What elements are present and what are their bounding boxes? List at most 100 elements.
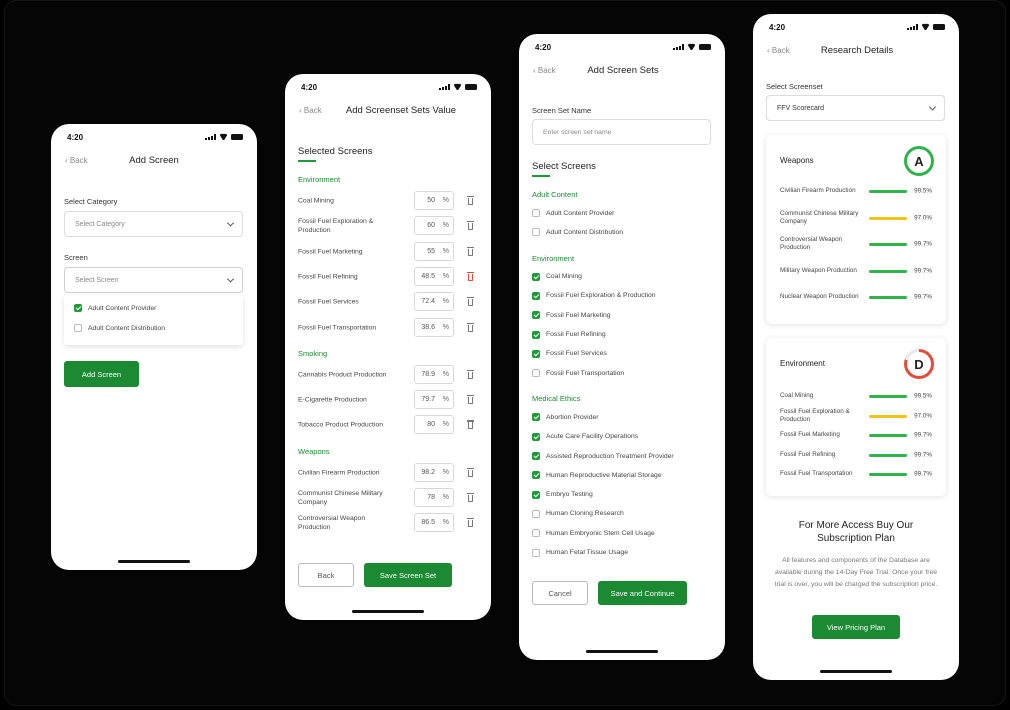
cancel-button[interactable]: Cancel: [532, 581, 588, 605]
value-input[interactable]: 78%: [414, 488, 454, 507]
checkbox[interactable]: [532, 471, 540, 480]
checklist-item[interactable]: Fossil Fuel Transportation: [532, 369, 624, 378]
checkbox[interactable]: [532, 209, 540, 217]
score-row: Military Weapon Production 99.7%: [780, 261, 932, 281]
checklist-item[interactable]: Acute Care Facility Operations: [532, 432, 639, 441]
checklist-item[interactable]: Abortion Provider: [532, 413, 599, 422]
score-value: 97.0%: [914, 412, 932, 419]
screen-set-name-label: Screen Set Name: [532, 106, 592, 115]
checklist-item[interactable]: Fossil Fuel Services: [532, 349, 607, 358]
checkbox[interactable]: [532, 369, 540, 378]
trash-icon[interactable]: [467, 369, 474, 379]
option-label: Adult Content Distribution: [88, 324, 166, 332]
group-heading: Environment: [298, 175, 341, 184]
checklist-item[interactable]: Adult Content Distribution: [532, 228, 623, 237]
checklist-item[interactable]: Human Embryonic Stem Cell Usage: [532, 529, 655, 538]
checkbox[interactable]: [532, 529, 540, 538]
home-indicator: [820, 670, 892, 673]
checklist-item[interactable]: Adult Content Provider: [532, 209, 614, 217]
checkbox[interactable]: [532, 509, 540, 518]
dropdown-option[interactable]: Adult Content Distribution: [74, 324, 165, 332]
home-indicator: [352, 610, 424, 613]
checkbox[interactable]: [532, 452, 540, 460]
percent-sign: %: [442, 222, 449, 230]
checkbox[interactable]: [532, 349, 540, 358]
row-label: Fossil Fuel Transportation: [298, 324, 377, 331]
value-input[interactable]: 98.2%: [414, 462, 454, 482]
item-label: Coal Mining: [546, 273, 582, 281]
checkbox[interactable]: [74, 324, 82, 332]
checkbox[interactable]: [532, 228, 540, 237]
value-text: 98.2: [421, 468, 435, 476]
card-title: Weapons: [780, 156, 814, 165]
category-select[interactable]: Select Category: [64, 211, 243, 237]
checklist-item[interactable]: Human Fetal Tissue Usage: [532, 548, 628, 557]
value-input[interactable]: 50%: [414, 191, 454, 210]
value-text: 38.6: [421, 323, 435, 331]
screenset-select[interactable]: FFV Scorecard: [766, 95, 945, 121]
trash-icon[interactable]: [467, 322, 474, 332]
score-label: Coal Mining: [780, 392, 814, 399]
trash-icon[interactable]: [467, 518, 474, 528]
screen-set-name-input[interactable]: Enter screen set name: [532, 119, 711, 145]
trash-icon[interactable]: [467, 246, 474, 256]
checklist-item[interactable]: Fossil Fuel Exploration & Production: [532, 291, 656, 300]
row-label: Cannabis Product Production: [298, 371, 387, 379]
score-value: 99.7%: [914, 267, 932, 274]
option-label: Adult Content Provider: [88, 304, 157, 312]
view-pricing-plan-button[interactable]: View Pricing Plan: [812, 615, 900, 639]
checkbox[interactable]: [74, 304, 82, 312]
value-input[interactable]: 79.7%: [414, 390, 454, 410]
battery-icon: [699, 44, 711, 50]
checkbox[interactable]: [532, 311, 540, 320]
value-input[interactable]: 72.4%: [414, 292, 454, 312]
value-input[interactable]: 78.9%: [414, 364, 454, 384]
value-text: 55: [427, 247, 435, 255]
trash-icon[interactable]: [467, 221, 474, 231]
trash-icon[interactable]: [467, 271, 474, 281]
value-row: Communist Chinese Military Company 78%: [298, 488, 478, 508]
trash-icon[interactable]: [467, 467, 474, 477]
save-and-continue-button[interactable]: Save and Continue: [598, 581, 687, 605]
add-screen-button[interactable]: Add Screen: [64, 361, 139, 387]
checklist-item[interactable]: Fossil Fuel Refining: [532, 330, 606, 339]
screen-select[interactable]: Select Screen: [64, 267, 243, 293]
value-input[interactable]: 38.6%: [414, 317, 454, 337]
trash-icon[interactable]: [467, 196, 474, 205]
checkbox[interactable]: [532, 272, 540, 281]
row-label: Fossil Fuel Exploration & Production: [298, 218, 374, 235]
page-title: Research Details: [820, 45, 894, 56]
value-input[interactable]: 48.5%: [414, 266, 454, 286]
back-button-bottom[interactable]: Back: [298, 563, 354, 587]
trash-icon[interactable]: [467, 297, 474, 307]
checklist-item[interactable]: Fossil Fuel Marketing: [532, 311, 611, 320]
row-label: E-Cigarette Production: [298, 396, 367, 404]
chevron-down-icon: [226, 219, 235, 227]
trash-icon[interactable]: [467, 395, 474, 405]
checklist-item[interactable]: Human Reproductive Material Storage: [532, 471, 662, 480]
score-bar: [869, 269, 907, 273]
value-input[interactable]: 60%: [414, 216, 454, 236]
checklist-item[interactable]: Human Cloning Research: [532, 509, 624, 518]
status-bar: 4:20: [519, 34, 725, 56]
checkbox[interactable]: [532, 291, 540, 300]
checkbox[interactable]: [532, 330, 540, 339]
save-screen-set-button[interactable]: Save Screen Set: [364, 563, 452, 587]
value-input[interactable]: 86.5%: [414, 513, 454, 533]
value-input[interactable]: 80%: [414, 415, 454, 435]
checkbox[interactable]: [532, 490, 540, 499]
value-input[interactable]: 55%: [414, 241, 454, 261]
dropdown-option[interactable]: Adult Content Provider: [74, 304, 156, 312]
value-row: Controversial Weapon Production 86.5%: [298, 513, 478, 533]
item-label: Acute Care Facility Operations: [546, 433, 639, 441]
trash-icon[interactable]: [467, 493, 474, 502]
checklist-item[interactable]: Embryo Testing: [532, 490, 593, 499]
checkbox[interactable]: [532, 432, 540, 441]
checkbox[interactable]: [532, 548, 540, 557]
checkbox[interactable]: [532, 413, 540, 422]
checklist-item[interactable]: Coal Mining: [532, 272, 582, 281]
item-label: Fossil Fuel Exploration & Production: [546, 292, 656, 300]
checklist-item[interactable]: Assisted Reproduction Treatment Provider: [532, 452, 674, 460]
percent-sign: %: [442, 323, 449, 331]
trash-icon[interactable]: [467, 420, 474, 430]
